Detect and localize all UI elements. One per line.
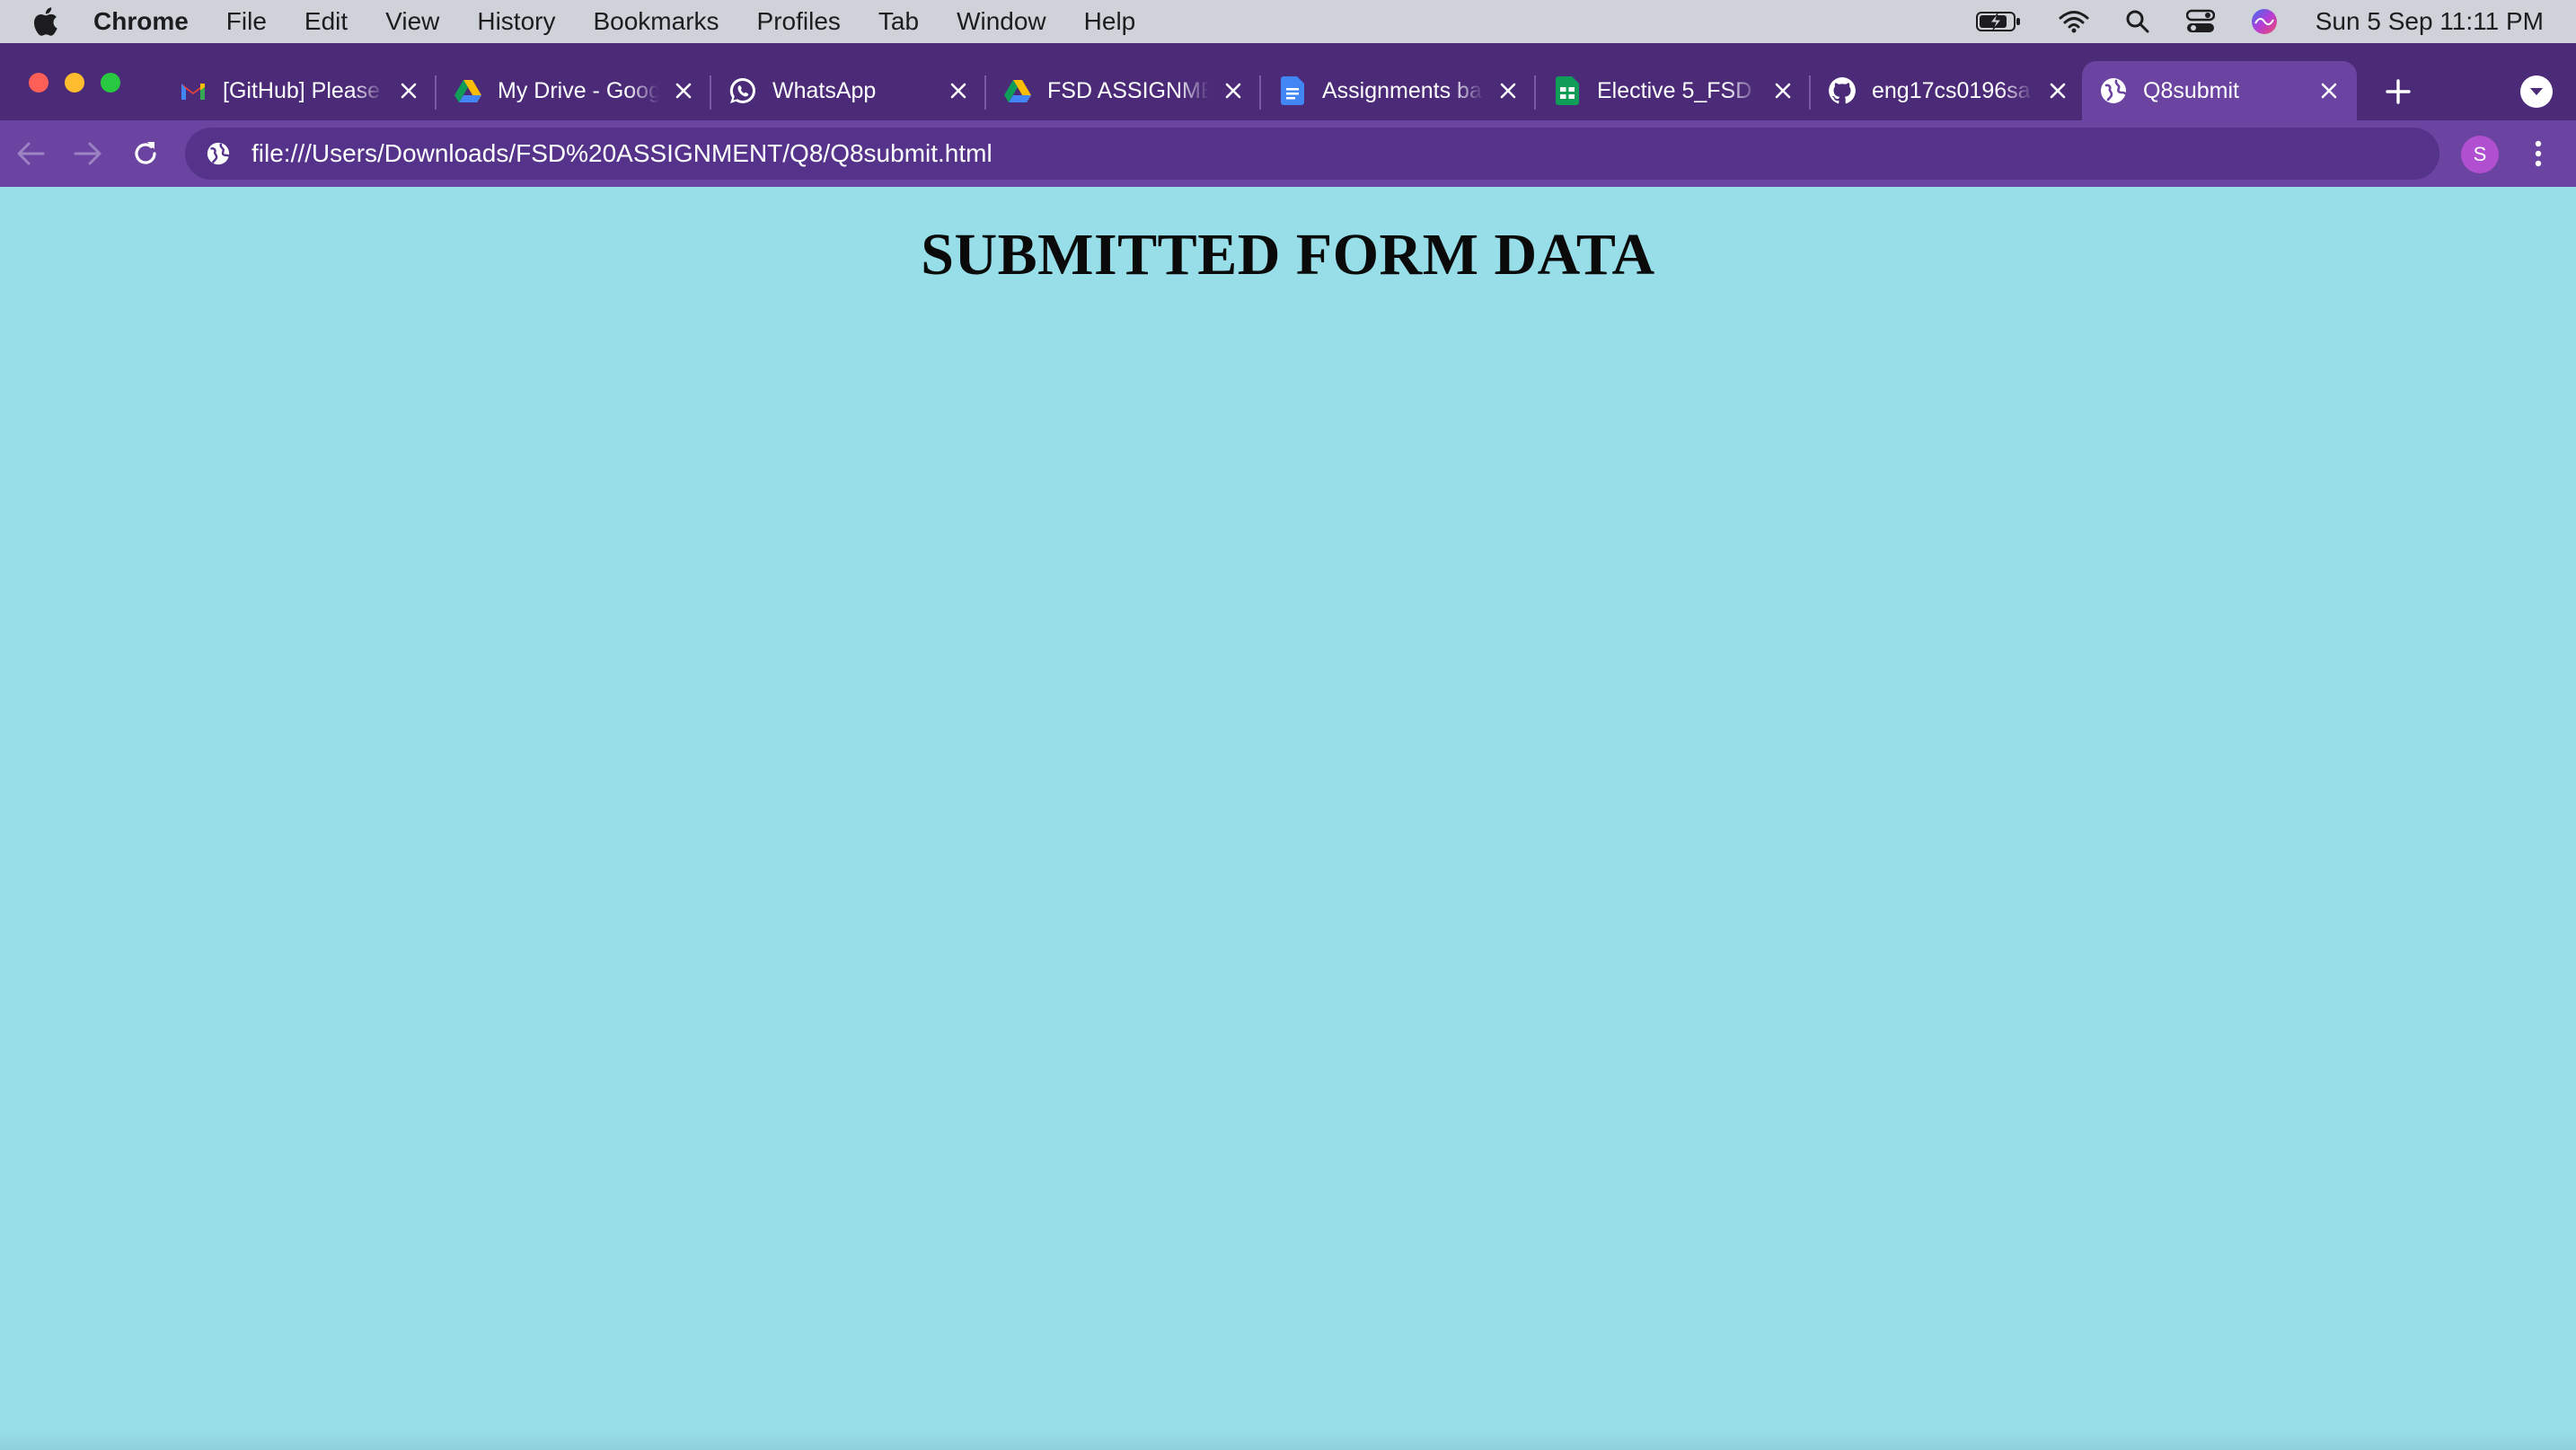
web-page-content: SUBMITTED FORM DATA xyxy=(0,187,2576,1450)
tab-close-icon[interactable] xyxy=(1769,77,1796,104)
tab-search-chevron-down-icon[interactable] xyxy=(2520,75,2553,108)
menu-app-chrome[interactable]: Chrome xyxy=(93,7,189,36)
page-heading: SUBMITTED FORM DATA xyxy=(921,222,1655,287)
window-zoom-button[interactable] xyxy=(101,73,120,93)
new-tab-plus-icon[interactable] xyxy=(2378,72,2418,111)
gmail-icon xyxy=(178,75,208,106)
tab-close-icon[interactable] xyxy=(945,77,972,104)
menu-bookmarks[interactable]: Bookmarks xyxy=(593,7,719,36)
tab-whatsapp[interactable]: WhatsApp xyxy=(711,61,986,120)
tab-title: [GitHub] Please verify your device xyxy=(223,77,384,103)
tab-title: eng17cs0196sa xyxy=(1872,77,2031,103)
macos-menu-bar: Chrome File Edit View History Bookmarks … xyxy=(0,0,2576,43)
tab-title: Q8submit xyxy=(2143,77,2239,103)
battery-charging-icon[interactable] xyxy=(1975,10,2023,33)
tab-title: FSD ASSIGNMENT - Google Drive xyxy=(1047,77,1209,103)
forward-arrow-icon[interactable] xyxy=(70,136,106,172)
apple-logo-icon[interactable] xyxy=(27,4,63,40)
menu-window[interactable]: Window xyxy=(957,7,1046,36)
profile-avatar[interactable]: S xyxy=(2461,136,2499,173)
siri-icon[interactable] xyxy=(2251,8,2278,35)
spotlight-search-icon[interactable] xyxy=(2125,9,2150,34)
window-minimize-button[interactable] xyxy=(65,73,84,93)
window-bottom-shadow xyxy=(0,1428,2576,1450)
tab-q8submit-active[interactable]: Q8submit xyxy=(2082,61,2357,120)
site-info-globe-icon[interactable] xyxy=(203,138,234,169)
tab-close-icon[interactable] xyxy=(395,77,422,104)
tab-close-icon[interactable] xyxy=(670,77,697,104)
tab-github-gmail[interactable]: [GitHub] Please verify your device xyxy=(162,61,437,120)
menubar-clock[interactable]: Sun 5 Sep 11:11 PM xyxy=(2316,7,2544,36)
menu-edit[interactable]: Edit xyxy=(304,7,348,36)
menu-history[interactable]: History xyxy=(477,7,555,36)
globe-icon xyxy=(2098,75,2129,106)
wifi-icon[interactable] xyxy=(2059,10,2089,33)
tab-title: Elective 5_FSD - Google Sheets xyxy=(1597,77,1759,103)
tab-close-icon[interactable] xyxy=(1495,77,1522,104)
google-drive-icon xyxy=(453,75,483,106)
tab-close-icon[interactable] xyxy=(1220,77,1247,104)
tab-elective-sheets[interactable]: Elective 5_FSD - Google Sheets xyxy=(1536,61,1811,120)
tab-close-icon[interactable] xyxy=(2044,77,2071,104)
menu-profiles[interactable]: Profiles xyxy=(757,7,841,36)
tab-title: Assignments batch - Google Docs xyxy=(1322,77,1484,103)
tab-title: My Drive - Google Drive xyxy=(498,77,659,103)
menu-file[interactable]: File xyxy=(226,7,267,36)
menu-help[interactable]: Help xyxy=(1084,7,1136,36)
tab-assignments-docs[interactable]: Assignments batch - Google Docs xyxy=(1261,61,1536,120)
menubar-status-area: Sun 5 Sep 11:11 PM xyxy=(1940,0,2544,43)
menu-tab[interactable]: Tab xyxy=(878,7,919,36)
control-center-icon[interactable] xyxy=(2185,9,2215,34)
tab-github-repo[interactable]: eng17cs0196sa xyxy=(1811,61,2086,120)
address-bar[interactable]: file:///Users/Downloads/FSD%20ASSIGNMENT… xyxy=(185,128,2439,180)
address-bar-url[interactable]: file:///Users/Downloads/FSD%20ASSIGNMENT… xyxy=(251,139,992,168)
google-sheets-icon xyxy=(1552,75,1583,106)
tab-fsd-assignment-drive[interactable]: FSD ASSIGNMENT - Google Drive xyxy=(986,61,1261,120)
github-icon xyxy=(1827,75,1857,106)
more-options-kebab-icon[interactable] xyxy=(2522,136,2554,172)
google-docs-icon xyxy=(1277,75,1308,106)
tab-close-icon[interactable] xyxy=(2316,77,2342,104)
google-drive-icon xyxy=(1002,75,1033,106)
reload-icon[interactable] xyxy=(128,136,163,172)
tab-my-drive[interactable]: My Drive - Google Drive xyxy=(437,61,711,120)
menu-view[interactable]: View xyxy=(385,7,439,36)
tab-title: WhatsApp xyxy=(772,77,877,103)
whatsapp-icon xyxy=(728,75,758,106)
browser-tab-strip: [GitHub] Please verify your device My Dr… xyxy=(0,43,2576,120)
browser-toolbar: file:///Users/Downloads/FSD%20ASSIGNMENT… xyxy=(0,120,2576,187)
window-close-button[interactable] xyxy=(29,73,49,93)
back-arrow-icon[interactable] xyxy=(13,136,49,172)
